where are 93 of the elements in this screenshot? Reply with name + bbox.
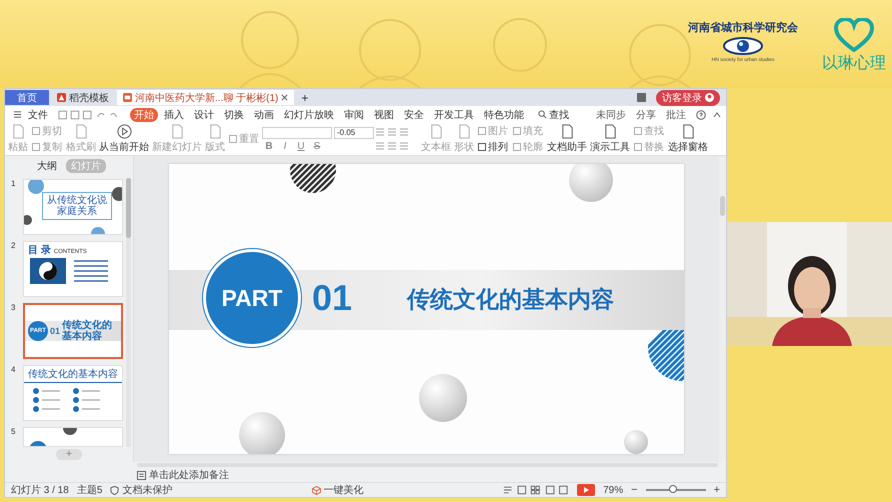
format-button[interactable]: S [310,140,324,152]
ribbon-tab[interactable]: 幻灯片放映 [280,108,338,122]
panel-tab[interactable]: 大纲 [32,159,62,173]
sphere-drawing [624,430,648,454]
play-button-icon[interactable] [577,484,596,496]
part-number: 01 [312,278,352,318]
zoom-out-button[interactable]: − [631,484,638,496]
slide-title: 传统文化的基本内容 [407,286,614,312]
striped-circle-drawing [289,164,337,194]
sphere-drawing [239,412,285,454]
heart-logo-icon [834,18,874,52]
beautify-button[interactable]: 一键美化 [312,483,364,497]
document-tab[interactable]: 首页 [5,90,49,105]
zoom-level[interactable]: 79% [603,484,624,496]
organization-name: 河南省城市科学研究会 [688,20,798,35]
slide-number: 3 [11,303,16,314]
thumbnail-title: 从传统文化说家庭关系 [42,192,112,220]
search-button[interactable]: 查找 [530,108,573,122]
square-icon [32,143,40,151]
brand-name: 以琳心理 [822,54,886,74]
slide-number: 1 [11,179,16,190]
eye-logo-icon [723,37,763,55]
square-icon [478,127,486,135]
square-icon [513,127,521,135]
menu-icon[interactable] [13,110,22,119]
square-icon [513,143,521,151]
protection-status[interactable]: 文档未保护 [122,483,172,497]
sphere-drawing [569,164,613,202]
ribbon-tab[interactable]: 动画 [250,108,278,122]
toolbar-action[interactable]: 分享 [632,108,660,122]
collapse-icon[interactable] [712,110,722,120]
font-size-field[interactable]: -0.05 [334,126,374,138]
slide-thumbnail[interactable]: 传统文化的基本内容 [23,365,123,421]
square-icon [478,143,486,151]
slide-thumbnail[interactable]: 从传统文化说家庭关系 [23,179,123,235]
template-icon [57,93,66,102]
ribbon-tab[interactable]: 视图 [370,108,398,122]
ribbon-tab[interactable]: 切换 [220,108,248,122]
play-icon [116,124,132,139]
ribbon-tab[interactable]: 插入 [160,108,188,122]
view-icons[interactable] [503,485,570,495]
ribbon-tab[interactable]: 开发工具 [430,108,478,122]
slider-thumb[interactable] [668,485,677,493]
format-button[interactable]: B [262,140,276,152]
slide-number: 5 [11,427,16,438]
ribbon-button[interactable]: 从当前开始 [98,124,150,154]
scrollbar[interactable] [126,178,131,447]
square-icon [634,127,642,135]
slide-count: 幻灯片 3 / 18 [11,484,69,497]
thumbnail-title: 传统文化的基本内容 [62,320,114,342]
new-tab-button[interactable]: + [296,90,314,104]
ribbon-button[interactable]: 文档助手 [546,124,588,154]
ribbon-tab[interactable]: 安全 [400,108,428,122]
document-tab[interactable]: 河南中医药大学新...聊 于彬彬(1) [117,90,294,105]
document-tab[interactable]: 稻壳模板 [51,90,115,105]
login-button[interactable]: 访客登录 [656,90,720,106]
ribbon-tab[interactable]: 特色功能 [480,108,528,122]
thumbnail-title: 传统文化的基本内容 [24,366,122,383]
ribbon-button[interactable]: 选择窗格 [667,124,709,154]
file-menu[interactable]: 文件 [24,108,52,122]
font-name-field[interactable] [262,126,332,138]
ribbon-tab[interactable]: 设计 [190,108,218,122]
note-icon [137,470,146,480]
close-icon[interactable] [281,94,288,101]
search-icon [538,110,547,119]
part-number: 01 [50,326,60,336]
ribbon-tab[interactable]: 审阅 [340,108,368,122]
help-icon[interactable] [696,110,706,120]
yin-yang-icon [30,258,66,284]
slide-number: 4 [11,365,16,376]
square-icon [229,135,237,143]
cube-icon [312,486,322,494]
format-button[interactable]: I [278,140,292,152]
ribbon-button[interactable]: 演示工具 [589,124,631,154]
toolbar-action[interactable]: 未同步 [592,108,630,122]
notes-placeholder[interactable]: 单击此处添加备注 [149,468,229,482]
ribbon-button[interactable]: 排列 [476,140,510,154]
slide-thumbnail[interactable] [23,427,123,447]
thumbnail-title: 目 录 [28,244,51,257]
slides-file-icon [123,93,132,102]
theme-name: 主题5 [76,484,102,497]
square-icon [32,127,40,135]
user-icon [705,93,714,102]
zoom-in-button[interactable]: + [714,484,720,496]
scrollbar[interactable] [719,156,726,462]
shield-icon [110,486,120,494]
format-button[interactable]: U [294,140,308,152]
circles-drawing [29,428,77,446]
toolbar-action[interactable]: 批注 [662,108,690,122]
slide-number: 2 [11,241,16,252]
square-icon [634,143,642,151]
part-badge: PART [206,252,298,344]
sphere-drawing [419,374,467,422]
